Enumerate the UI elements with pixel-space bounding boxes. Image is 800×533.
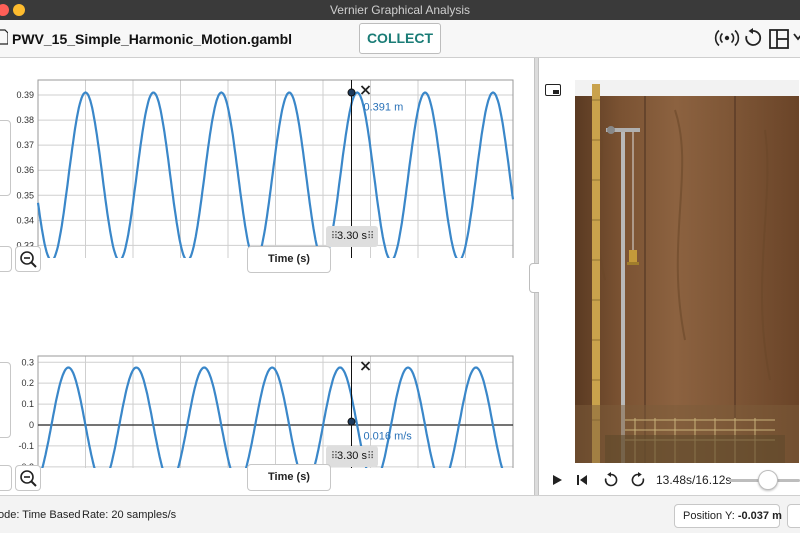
- y-tick-label: 0.37: [16, 140, 34, 150]
- video-frame[interactable]: [575, 80, 799, 463]
- cursor-readout: 0.016 m/s: [364, 431, 413, 443]
- y-tick-label: 0.34: [16, 215, 34, 225]
- status-bar: ode: Time Based Rate: 20 samples/s Posit…: [0, 495, 800, 533]
- rewind-icon[interactable]: [603, 472, 619, 488]
- picture-in-picture-icon[interactable]: [545, 84, 561, 96]
- close-icon-path: [360, 361, 371, 371]
- file-icon: [0, 29, 8, 45]
- status-menu-button[interactable]: [787, 504, 800, 528]
- position-readout[interactable]: Position Y: -0.037 m: [674, 504, 782, 528]
- window-title: Vernier Graphical Analysis: [329, 3, 471, 17]
- autoscale-button[interactable]: [0, 246, 12, 272]
- grip-icon: ⠿: [366, 451, 374, 462]
- video-pane: 13.48s/16.12s: [539, 58, 800, 495]
- time-marker-label: 3.30 s: [337, 450, 367, 462]
- video-image: [575, 80, 799, 463]
- video-scrubber-thumb[interactable]: [758, 470, 778, 490]
- sample-rate[interactable]: Rate: 20 samples/s: [82, 509, 176, 521]
- y-tick-label: 0.35: [16, 190, 34, 200]
- y-tick-label: 0.3: [21, 357, 34, 367]
- velocity-time-marker[interactable]: ⠿3.30 s⠿: [326, 446, 378, 467]
- sensor-broadcast-icon[interactable]: [714, 28, 740, 48]
- step-back-icon[interactable]: [576, 474, 588, 486]
- y-tick-label: 0.39: [16, 90, 34, 100]
- position-graph[interactable]: 00.51.01.52.02.53.03.54.04.55.00.390.380…: [0, 78, 534, 258]
- zoom-out-icon: [20, 251, 37, 268]
- y-tick-label: 0.1: [21, 399, 34, 409]
- x-axis-button-position[interactable]: Time (s): [247, 246, 331, 273]
- position-label: Position Y:: [683, 510, 735, 522]
- zoom-out-button-position[interactable]: [15, 246, 41, 272]
- undo-icon[interactable]: [743, 28, 763, 48]
- autoscale-button[interactable]: [0, 465, 12, 491]
- zoom-out-icon: [20, 470, 37, 487]
- forward-icon[interactable]: [630, 472, 646, 488]
- position-time-marker[interactable]: ⠿3.30 s⠿: [326, 226, 378, 247]
- close-icon: [360, 85, 371, 95]
- collect-button[interactable]: COLLECT: [359, 23, 441, 54]
- play-icon[interactable]: [551, 474, 563, 486]
- cursor-point: [347, 88, 356, 97]
- position-value: -0.037 m: [737, 510, 782, 522]
- close-icon-path: [360, 85, 371, 95]
- time-marker-label: 3.30 s: [337, 230, 367, 242]
- file-name[interactable]: PWV_15_Simple_Harmonic_Motion.gambl: [12, 31, 292, 47]
- toolbar: PWV_15_Simple_Harmonic_Motion.gambl COLL…: [0, 20, 800, 58]
- window-titlebar: Vernier Graphical Analysis: [0, 0, 800, 20]
- close-icon: [360, 361, 371, 371]
- cursor-readout: 0.391 m: [364, 102, 404, 114]
- cursor-point: [347, 417, 356, 426]
- y-tick-label: -0.1: [18, 441, 34, 451]
- collection-mode[interactable]: ode: Time Based: [0, 509, 81, 521]
- x-axis-button-velocity[interactable]: Time (s): [247, 464, 331, 491]
- y-tick-label: 0.2: [21, 378, 34, 388]
- y-tick-label: 0: [29, 420, 34, 430]
- y-tick-label: 0.36: [16, 165, 34, 175]
- video-timecode: 13.48s/16.12s: [656, 473, 732, 487]
- chevron-down-icon[interactable]: [793, 32, 800, 42]
- y-tick-label: 0.38: [16, 115, 34, 125]
- layout-icon[interactable]: [768, 28, 790, 50]
- zoom-out-button-velocity[interactable]: [15, 465, 41, 491]
- video-playbar: 13.48s/16.12s: [539, 463, 800, 495]
- grip-icon: ⠿: [366, 231, 374, 242]
- graph-pane: 00.51.01.52.02.53.03.54.04.55.00.390.380…: [0, 58, 534, 495]
- velocity-graph[interactable]: 00.51.01.52.02.53.03.54.04.55.00.30.20.1…: [0, 298, 534, 468]
